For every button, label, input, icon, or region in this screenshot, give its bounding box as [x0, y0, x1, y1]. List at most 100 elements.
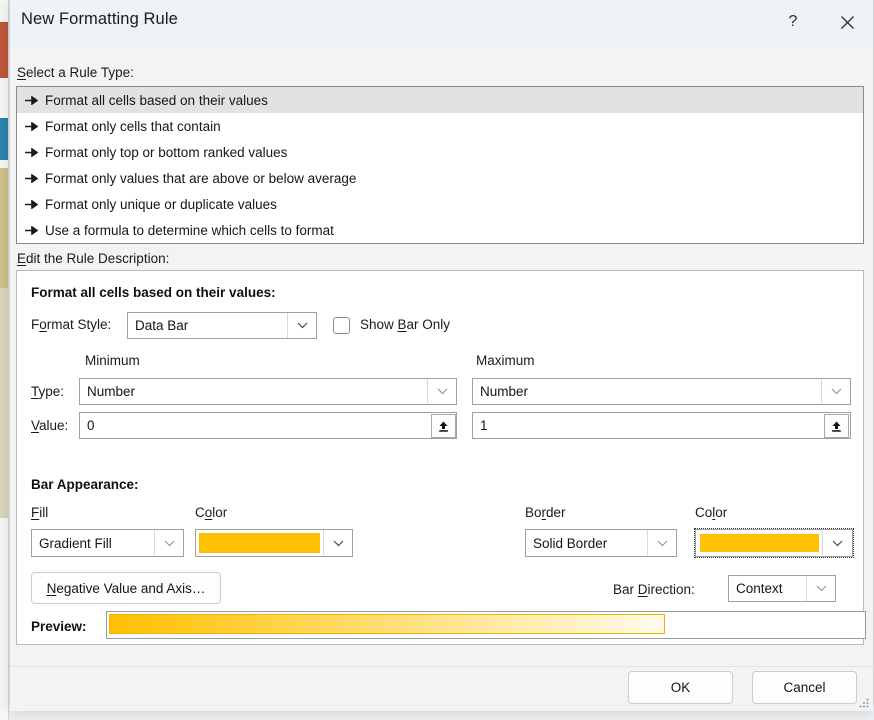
rule-type-label-rest: elect a Rule Type:: [26, 65, 134, 80]
chevron-down-icon[interactable]: [323, 530, 352, 556]
border-color-label-pre: Co: [695, 505, 713, 520]
collapse-dialog-icon: [832, 421, 841, 432]
rule-type-item-0[interactable]: Format all cells based on their values: [17, 87, 863, 113]
fill-color-swatch[interactable]: [199, 533, 320, 553]
arrow-bullet-icon: [25, 95, 43, 105]
show-bar-only-label-rest: ar Only: [406, 317, 451, 332]
fill-color-label-pre: C: [195, 505, 205, 520]
arrow-bullet-icon: [25, 121, 43, 131]
preview-label: Preview:: [31, 619, 87, 634]
border-label-pre: Bo: [525, 505, 542, 520]
minimum-range-selector-button[interactable]: [431, 414, 456, 438]
rule-type-item-label: Format only top or bottom ranked values: [45, 144, 288, 160]
rule-type-item-3[interactable]: Format only values that are above or bel…: [17, 165, 863, 191]
minimum-header: Minimum: [85, 353, 140, 368]
bar-direction-combobox[interactable]: Context: [728, 575, 836, 602]
close-icon[interactable]: [824, 0, 870, 44]
rule-type-item-label: Format only values that are above or bel…: [45, 170, 357, 186]
chevron-down-icon[interactable]: [821, 379, 850, 404]
format-style-label-pre: F: [31, 317, 40, 332]
minimum-value-input[interactable]: 0: [79, 412, 457, 439]
fill-type-combobox[interactable]: Gradient Fill: [31, 529, 184, 557]
resize-grip-icon[interactable]: [858, 697, 870, 709]
format-style-combobox[interactable]: Data Bar: [127, 312, 317, 339]
minimum-type-combobox[interactable]: Number: [79, 378, 457, 405]
negative-value-and-axis-button[interactable]: Negative Value and Axis…: [31, 572, 221, 604]
show-bar-only-label[interactable]: Show Bar Only: [360, 317, 450, 332]
show-bar-only-checkbox[interactable]: [333, 317, 350, 334]
help-icon-glyph: ?: [788, 13, 798, 30]
maximum-header: Maximum: [476, 353, 535, 368]
minimum-type-value: Number: [87, 384, 136, 399]
bar-direction-label-pre: Bar: [613, 582, 638, 597]
rule-description-label: Edit the Rule Description:: [17, 251, 169, 266]
maximum-value-input[interactable]: 1: [472, 412, 851, 439]
ok-button-label: OK: [670, 680, 691, 695]
help-icon[interactable]: ?: [770, 0, 816, 44]
preview-frame: [106, 611, 866, 639]
format-style-label-accel: o: [39, 317, 47, 332]
collapse-dialog-icon: [439, 421, 448, 432]
arrow-bullet-icon: [25, 147, 43, 157]
fill-color-picker[interactable]: [195, 529, 353, 557]
fill-label-rest: ill: [39, 505, 49, 520]
arrow-bullet-icon: [25, 225, 43, 235]
minimum-value-text: 0: [87, 418, 95, 433]
show-bar-only-label-accel: B: [397, 317, 407, 332]
border-color-label-rest: or: [715, 505, 728, 520]
rule-type-item-1[interactable]: Format only cells that contain: [17, 113, 863, 139]
type-label: Type:: [31, 384, 64, 399]
show-bar-only-label-pre: Show: [360, 317, 398, 332]
format-style-label-rest: rmat Style:: [46, 317, 112, 332]
format-style-label: Format Style:: [31, 317, 111, 332]
maximum-value-text: 1: [480, 418, 488, 433]
dialog-title: New Formatting Rule: [21, 10, 178, 28]
chevron-down-icon[interactable]: [154, 530, 183, 556]
rule-description-heading: Format all cells based on their values:: [31, 285, 276, 300]
rule-type-item-5[interactable]: Use a formula to determine which cells t…: [17, 217, 863, 243]
bar-direction-label: Bar Direction:: [613, 582, 695, 597]
bar-direction-label-rest: irection:: [647, 582, 695, 597]
rule-type-item-label: Use a formula to determine which cells t…: [45, 222, 334, 238]
bar-direction-value: Context: [736, 581, 783, 596]
type-label-rest: ype:: [38, 384, 65, 399]
cancel-button[interactable]: Cancel: [752, 671, 857, 704]
chevron-down-icon[interactable]: [806, 576, 835, 601]
ok-button[interactable]: OK: [628, 671, 733, 704]
maximum-type-combobox[interactable]: Number: [472, 378, 851, 405]
value-label: Value:: [31, 418, 68, 433]
fill-label-accel: F: [31, 505, 40, 520]
type-label-accel: T: [31, 384, 39, 399]
rule-type-listbox[interactable]: Format all cells based on their values F…: [16, 86, 864, 244]
chevron-down-icon[interactable]: [427, 379, 456, 404]
rule-description-label-accel: E: [17, 251, 27, 266]
new-formatting-rule-dialog: New Formatting Rule ? Select a Rule Type…: [9, 0, 874, 711]
border-color-picker[interactable]: [694, 528, 854, 558]
rule-type-item-2[interactable]: Format only top or bottom ranked values: [17, 139, 863, 165]
chevron-down-icon[interactable]: [822, 531, 851, 555]
chevron-down-icon[interactable]: [287, 313, 316, 338]
maximum-range-selector-button[interactable]: [824, 414, 849, 438]
border-type-value: Solid Border: [533, 535, 608, 551]
bar-appearance-heading: Bar Appearance:: [31, 477, 139, 492]
preview-data-bar: [109, 614, 665, 634]
fill-color-label: Color: [195, 505, 227, 520]
border-color-label: Color: [695, 505, 727, 520]
negative-value-and-axis-label: Negative Value and Axis…: [47, 581, 206, 596]
rule-type-item-label: Format only unique or duplicate values: [45, 196, 277, 212]
border-color-swatch[interactable]: [700, 534, 819, 552]
rule-type-item-label: Format all cells based on their values: [45, 92, 268, 108]
rule-type-item-label: Format only cells that contain: [45, 118, 221, 134]
rule-type-label-accel: S: [17, 65, 27, 80]
arrow-bullet-icon: [25, 199, 43, 209]
rule-description-label-rest: dit the Rule Description:: [26, 251, 170, 266]
dialog-footer: OK Cancel: [10, 666, 873, 711]
negative-accel: N: [46, 580, 57, 596]
chevron-down-icon[interactable]: [647, 530, 676, 556]
border-type-combobox[interactable]: Solid Border: [525, 529, 677, 557]
rule-type-item-4[interactable]: Format only unique or duplicate values: [17, 191, 863, 217]
fill-label: Fill: [31, 505, 48, 520]
fill-color-label-rest: lor: [212, 505, 228, 520]
dialog-content: Select a Rule Type: Format all cells bas…: [10, 44, 873, 710]
negative-label-rest: egative Value and Axis…: [56, 580, 206, 596]
